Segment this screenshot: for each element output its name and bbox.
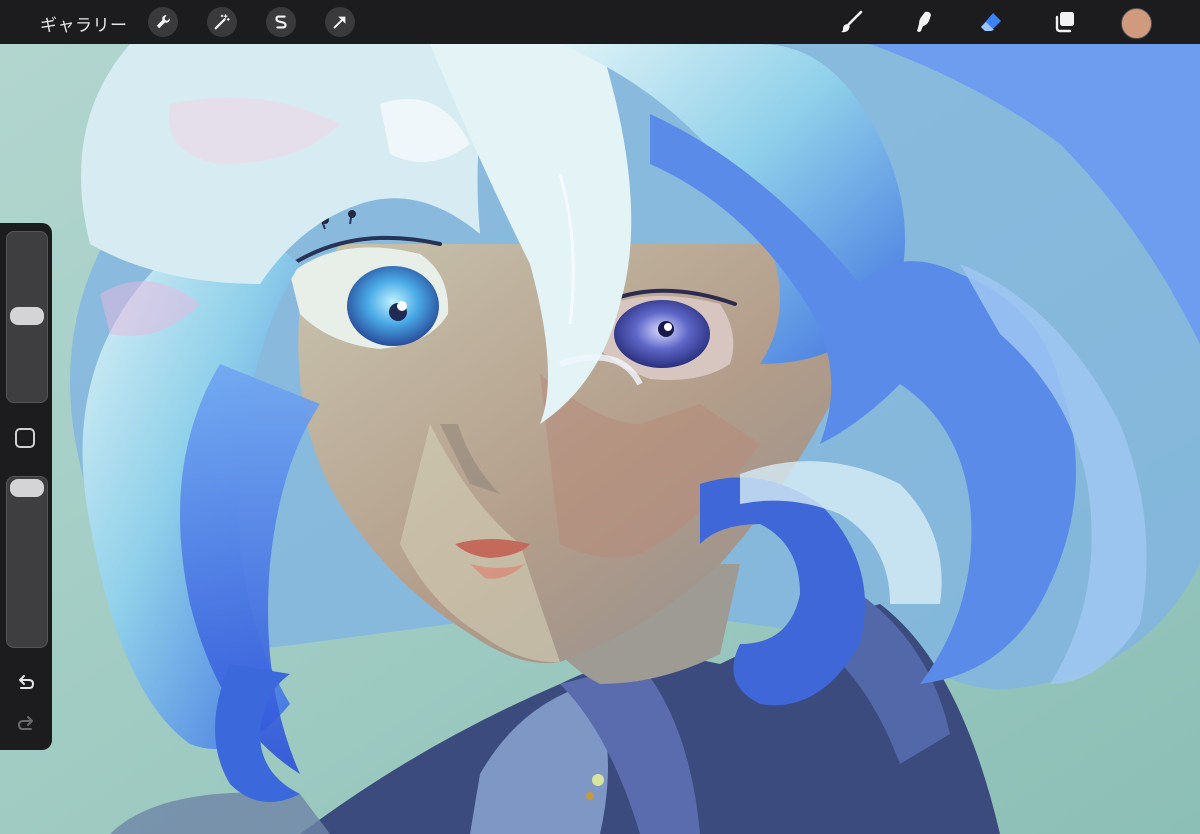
undo-icon[interactable] — [13, 670, 39, 696]
drawing-canvas[interactable] — [0, 44, 1200, 834]
layers-icon[interactable] — [1049, 6, 1081, 38]
top-toolbar: ギャラリー — [0, 0, 1200, 44]
painting-artwork — [0, 44, 1200, 834]
opacity-slider[interactable] — [6, 476, 48, 648]
selection-icon[interactable] — [266, 7, 296, 37]
wrench-icon[interactable] — [148, 7, 178, 37]
brush-icon[interactable] — [835, 6, 867, 38]
gallery-button[interactable]: ギャラリー — [40, 11, 128, 36]
modify-button[interactable] — [15, 428, 35, 448]
magic-wand-icon[interactable] — [207, 7, 237, 37]
brush-size-thumb[interactable] — [10, 307, 44, 325]
color-swatch[interactable] — [1121, 8, 1152, 39]
transform-arrow-icon[interactable] — [325, 7, 355, 37]
smudge-icon[interactable] — [907, 6, 939, 38]
redo-icon[interactable] — [13, 711, 39, 737]
eraser-icon[interactable] — [975, 6, 1007, 38]
brush-size-slider[interactable] — [6, 231, 48, 403]
left-sidebar — [0, 223, 52, 750]
opacity-thumb[interactable] — [10, 479, 44, 497]
